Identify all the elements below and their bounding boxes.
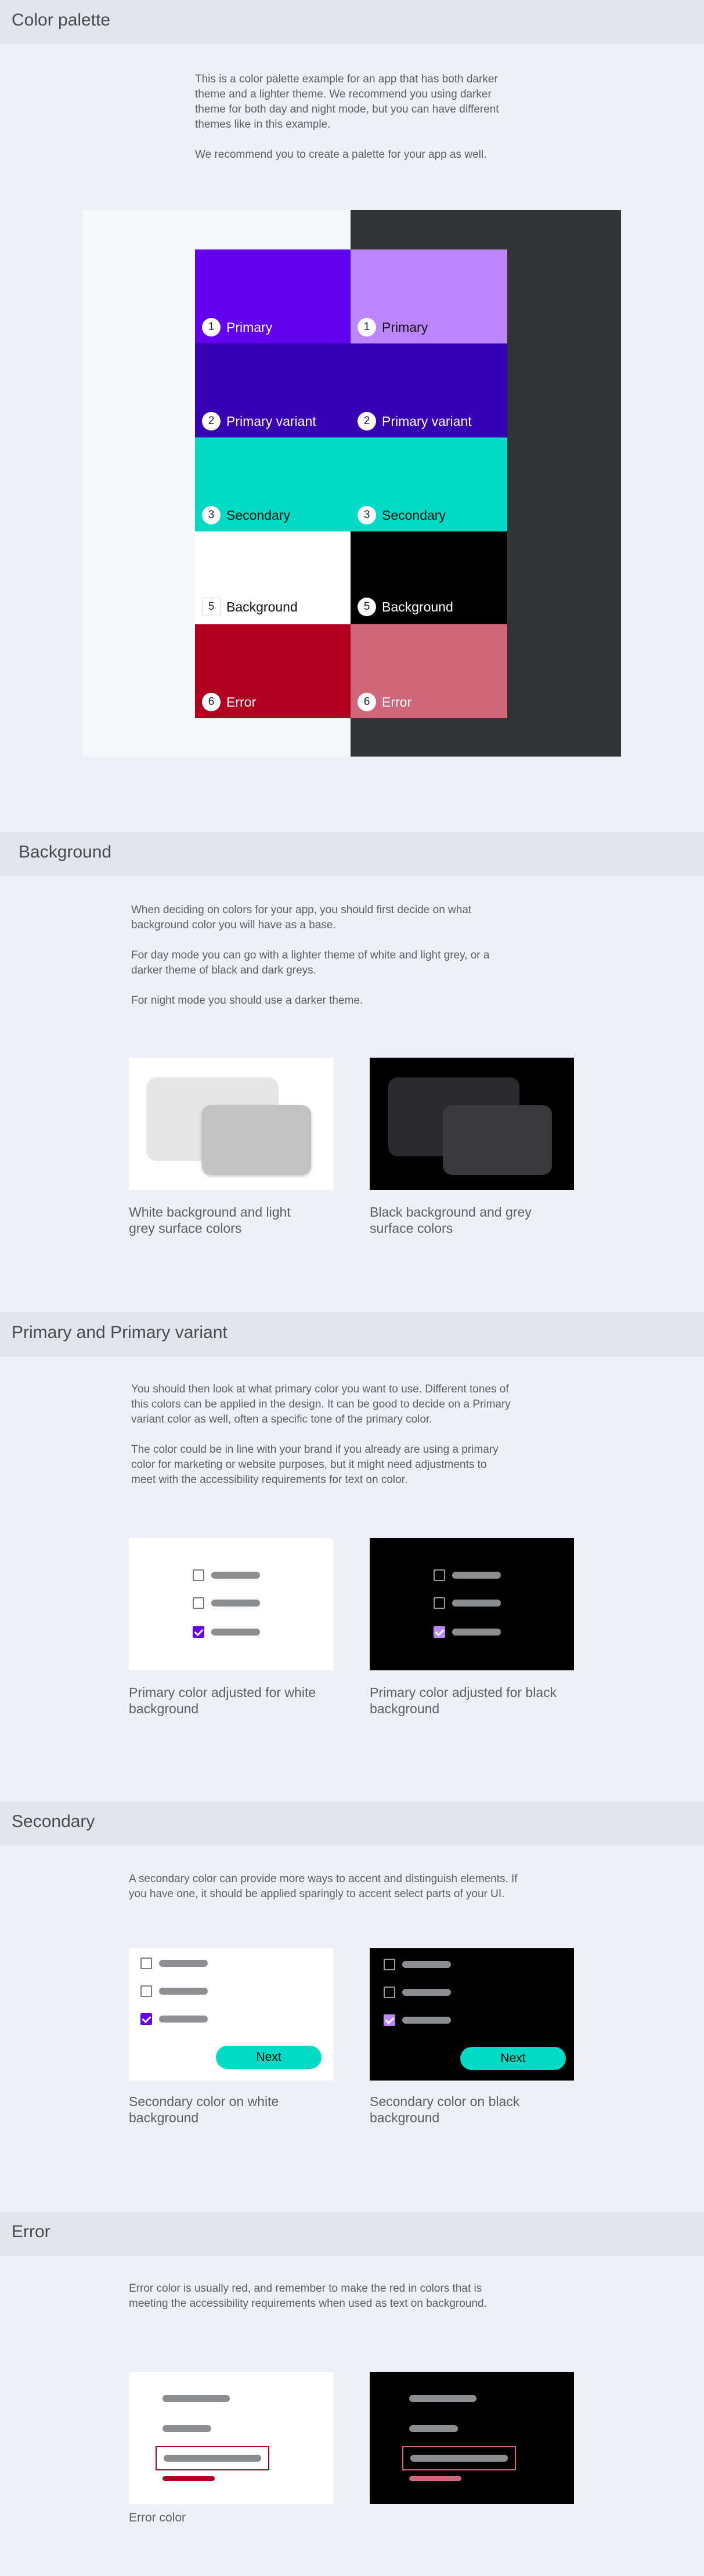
caption-primary-black: Primary color adjusted for black backgro…	[370, 1685, 557, 1716]
checkbox-unchecked[interactable]	[434, 1597, 445, 1609]
caption-error: Error color	[129, 2511, 186, 2524]
error-intro: Error color is usually red, and remember…	[129, 2282, 487, 2310]
swatch-label: Secondary	[226, 507, 290, 523]
text-placeholder-bar	[163, 2395, 230, 2402]
primary-white-example	[129, 1538, 333, 1670]
error-input-field[interactable]	[402, 2446, 516, 2470]
section-title: Color palette	[12, 10, 111, 30]
checkbox-unchecked[interactable]	[384, 1959, 395, 1970]
section-header-secondary: Secondary	[0, 1801, 704, 1846]
text-placeholder-bar	[211, 1572, 260, 1579]
text-placeholder-bar	[410, 2455, 508, 2462]
secondary-intro: A secondary color can provide more ways …	[129, 1873, 518, 1900]
error-message-bar	[163, 2476, 215, 2481]
primary-intro: You should then look at what primary col…	[131, 1383, 511, 1486]
checkbox-unchecked[interactable]	[193, 1569, 204, 1581]
secondary-black-example: Next	[370, 1948, 574, 2081]
checkbox-checked[interactable]	[193, 1626, 204, 1638]
next-button[interactable]: Next	[216, 2046, 322, 2069]
section-title: Primary and Primary variant	[12, 1323, 228, 1342]
surface-card-grey	[202, 1105, 311, 1175]
swatch-label: Primary variant	[226, 413, 316, 429]
swatch-label: Primary variant	[382, 413, 472, 429]
text-placeholder-bar	[159, 2016, 208, 2023]
white-background-example	[129, 1058, 333, 1190]
caption-primary-white: Primary color adjusted for white backgro…	[129, 1685, 316, 1716]
swatch-number: 1	[358, 318, 376, 337]
checkbox-checked[interactable]	[384, 2014, 395, 2026]
swatch-label: Background	[382, 599, 453, 614]
text-placeholder-bar	[402, 1961, 451, 1968]
text-placeholder-bar	[409, 2395, 476, 2402]
swatch-number: 1	[202, 318, 221, 337]
checkbox-unchecked[interactable]	[140, 1958, 152, 1969]
caption-black-background: Black background and grey surface colors	[370, 1204, 532, 1236]
error-white-example	[129, 2372, 333, 2504]
section-title: Background	[19, 842, 112, 862]
section-title: Error	[12, 2222, 50, 2241]
section-header-background: Background	[0, 832, 704, 876]
swatch-error-day: 6 Error	[195, 624, 351, 718]
black-background-example	[370, 1058, 574, 1190]
checkbox-unchecked[interactable]	[384, 1987, 395, 1998]
section-header-primary: Primary and Primary variant	[0, 1312, 704, 1356]
next-button[interactable]: Next	[460, 2047, 566, 2070]
palette-intro: This is a color palette example for an a…	[195, 73, 499, 161]
primary-black-example	[370, 1538, 574, 1670]
text-placeholder-bar	[211, 1600, 260, 1607]
secondary-white-example: Next	[129, 1948, 333, 2081]
swatch-number: 2	[202, 412, 221, 430]
text-placeholder-bar	[164, 2455, 261, 2462]
caption-secondary-black: Secondary color on black background	[370, 2094, 520, 2125]
swatch-label: Primary	[226, 319, 273, 335]
swatch-number: 3	[358, 506, 376, 524]
swatch-secondary-night: 3 Secondary	[351, 437, 507, 531]
swatch-background-day: 5 Background	[195, 531, 351, 625]
checkbox-unchecked[interactable]	[140, 1985, 152, 1997]
text-placeholder-bar	[452, 1572, 501, 1579]
swatch-label: Secondary	[382, 507, 446, 523]
error-message-bar	[409, 2476, 461, 2481]
text-placeholder-bar	[402, 2017, 451, 2024]
text-placeholder-bar	[159, 1988, 208, 1995]
text-placeholder-bar	[452, 1600, 501, 1607]
swatch-error-night: 6 Error	[351, 624, 507, 718]
swatch-number: 3	[202, 506, 221, 524]
text-placeholder-bar	[402, 1989, 451, 1996]
swatch-secondary-day: 3 Secondary	[195, 437, 351, 531]
checkbox-checked[interactable]	[434, 1626, 445, 1638]
swatch-label: Primary	[382, 319, 428, 335]
caption-white-background: White background and light grey surface …	[129, 1204, 291, 1236]
section-header-palette: Color palette	[0, 0, 704, 44]
text-placeholder-bar	[452, 1629, 501, 1636]
error-black-example	[370, 2372, 574, 2504]
swatch-number: 6	[358, 693, 376, 711]
swatch-number: 2	[358, 412, 376, 430]
swatch-background-night: 5 Background	[351, 531, 507, 625]
caption-secondary-white: Secondary color on white background	[129, 2094, 279, 2125]
swatch-number: 6	[202, 693, 221, 711]
checkbox-checked[interactable]	[140, 2013, 152, 2025]
swatch-number: 5	[202, 598, 221, 616]
swatch-number: 5	[358, 598, 376, 616]
checkbox-unchecked[interactable]	[434, 1569, 445, 1581]
swatch-primary-night: 1 Primary	[351, 249, 507, 343]
checkbox-unchecked[interactable]	[193, 1597, 204, 1609]
swatch-label: Error	[226, 694, 257, 710]
section-header-error: Error	[0, 2212, 704, 2256]
background-intro: When deciding on colors for your app, yo…	[131, 904, 490, 1007]
text-placeholder-bar	[211, 1629, 260, 1636]
text-placeholder-bar	[159, 1960, 208, 1967]
text-placeholder-bar	[163, 2425, 211, 2432]
text-placeholder-bar	[409, 2425, 458, 2432]
swatch-label: Background	[226, 599, 298, 614]
swatch-primary-day: 1 Primary	[195, 249, 351, 343]
error-input-field[interactable]	[156, 2446, 269, 2470]
swatch-primary-variant-day: 2 Primary variant	[195, 343, 351, 437]
section-title: Secondary	[12, 1812, 95, 1831]
surface-card-darkgrey	[443, 1105, 552, 1175]
swatch-primary-variant-night: 2 Primary variant	[351, 343, 507, 437]
swatch-label: Error	[382, 694, 412, 710]
